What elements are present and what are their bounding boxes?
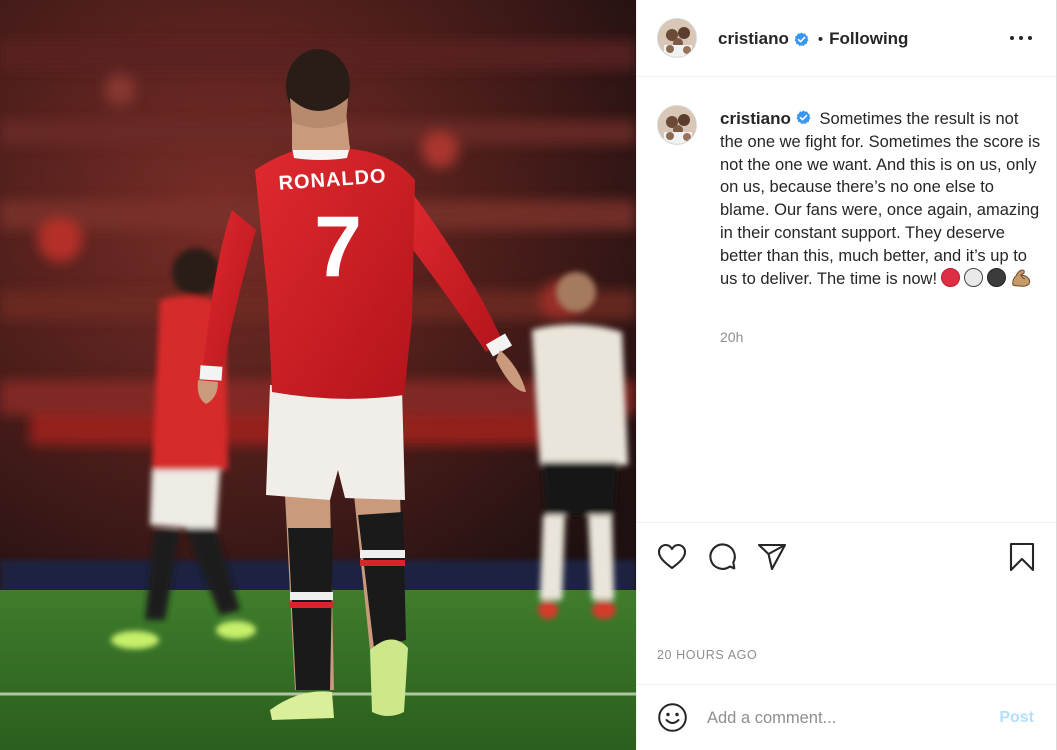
post-details-panel: cristiano • Following cristiano Sometime… bbox=[636, 0, 1057, 750]
smiley-icon[interactable] bbox=[657, 702, 688, 733]
more-dot bbox=[1010, 36, 1014, 40]
post-timestamp[interactable]: 20 HOURS AGO bbox=[657, 648, 757, 662]
add-comment-section: Post bbox=[637, 684, 1056, 750]
header-username[interactable]: cristiano bbox=[718, 29, 789, 49]
more-dot bbox=[1019, 36, 1023, 40]
caption-text: Sometimes the result is not the one we f… bbox=[720, 110, 1041, 288]
red-circle-emoji-icon bbox=[941, 267, 961, 287]
paper-plane-icon[interactable] bbox=[756, 541, 788, 573]
caption-time-ago[interactable]: 20h bbox=[720, 329, 743, 345]
avatar-image bbox=[658, 19, 696, 57]
post-caption: cristiano Sometimes the result is not th… bbox=[720, 108, 1042, 290]
heart-icon[interactable] bbox=[656, 541, 688, 573]
speech-bubble-icon[interactable] bbox=[706, 541, 738, 573]
post-actions-bar bbox=[637, 522, 1056, 590]
caption-author-avatar[interactable] bbox=[657, 105, 697, 145]
flexed-biceps-emoji-icon bbox=[1010, 268, 1032, 288]
white-circle-emoji-icon bbox=[964, 267, 984, 287]
header-separator: • bbox=[817, 30, 824, 48]
more-dot bbox=[1028, 36, 1032, 40]
header-user-row: cristiano • Following bbox=[718, 28, 908, 50]
verified-badge-icon bbox=[796, 110, 811, 125]
bookmark-icon[interactable] bbox=[1006, 541, 1038, 573]
following-button[interactable]: Following bbox=[829, 29, 908, 49]
post-header: cristiano • Following bbox=[637, 0, 1056, 77]
post-comment-button[interactable]: Post bbox=[999, 709, 1034, 727]
black-circle-emoji-icon bbox=[987, 267, 1007, 287]
shirt-number: 7 bbox=[314, 199, 362, 295]
more-options-icon[interactable] bbox=[1010, 28, 1032, 48]
author-avatar[interactable] bbox=[657, 18, 697, 58]
caption-area: cristiano Sometimes the result is not th… bbox=[637, 77, 1056, 522]
caption-username[interactable]: cristiano bbox=[720, 109, 791, 128]
comment-input[interactable] bbox=[707, 703, 977, 733]
caption-emojis bbox=[941, 267, 1032, 288]
verified-badge-icon bbox=[794, 31, 809, 47]
post-photo-image: RONALDO 7 bbox=[0, 0, 636, 750]
avatar-image bbox=[658, 106, 696, 144]
post-photo[interactable]: RONALDO 7 bbox=[0, 0, 636, 750]
